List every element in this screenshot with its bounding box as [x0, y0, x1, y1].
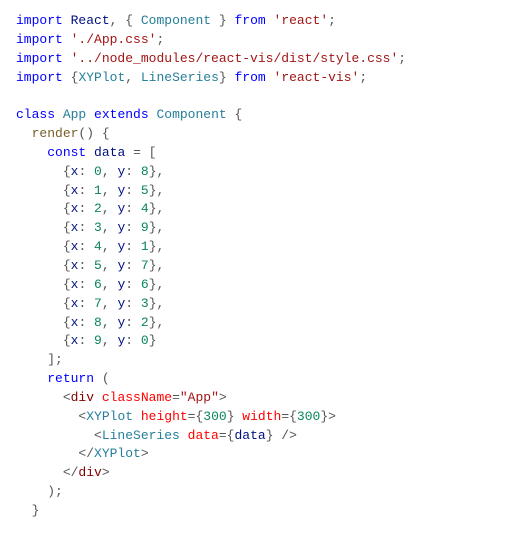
height-attr: height — [141, 409, 188, 424]
data-attr: data — [188, 428, 219, 443]
classname-val: "App" — [180, 390, 219, 405]
str-stylecss: '../node_modules/react-vis/dist/style.cs… — [71, 51, 399, 66]
xyplot-ident: XYPlot — [78, 70, 125, 85]
react-ident: React — [71, 13, 110, 28]
xyplot-tag: XYPlot — [86, 409, 133, 424]
kw-return: return — [47, 371, 94, 386]
lineseries-tag: LineSeries — [102, 428, 180, 443]
code-block: import React, { Component } from 'react'… — [16, 12, 489, 521]
x0: 0 — [94, 164, 102, 179]
height-val: 300 — [203, 409, 226, 424]
str-appcss: './App.css' — [71, 32, 157, 47]
render-fn: render — [32, 126, 79, 141]
kw-import: import — [16, 13, 63, 28]
y0: 8 — [141, 164, 149, 179]
str-react: 'react' — [274, 13, 329, 28]
app-class: App — [63, 107, 86, 122]
classname-attr: className — [102, 390, 172, 405]
str-reactvis: 'react-vis' — [274, 70, 360, 85]
kw-const: const — [47, 145, 86, 160]
component-ident: Component — [141, 13, 211, 28]
lineseries-ident: LineSeries — [141, 70, 219, 85]
kw-extends: extends — [94, 107, 149, 122]
width-val: 300 — [297, 409, 320, 424]
div-tag: div — [71, 390, 94, 405]
data-var: data — [94, 145, 125, 160]
width-attr: width — [242, 409, 281, 424]
kw-class: class — [16, 107, 55, 122]
